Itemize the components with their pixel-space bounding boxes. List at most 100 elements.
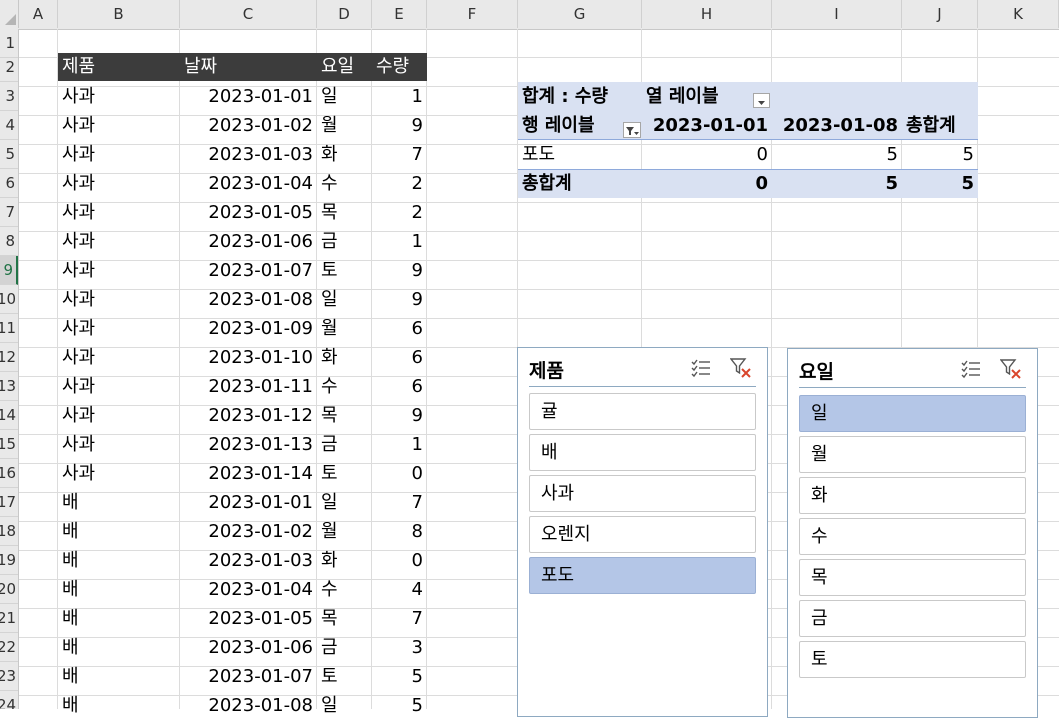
cell-date[interactable]: 2023-01-03 xyxy=(180,140,313,169)
cell-day[interactable]: 토 xyxy=(321,459,371,488)
cell-date[interactable]: 2023-01-03 xyxy=(180,546,313,575)
cell-product[interactable]: 사과 xyxy=(62,314,177,343)
product-slicer[interactable]: 제품 귤 배 사과 오렌지 포도 xyxy=(517,347,768,717)
cell-product[interactable]: 사과 xyxy=(62,227,177,256)
row-header[interactable]: 12 xyxy=(0,343,18,372)
cell-day[interactable]: 화 xyxy=(321,343,371,372)
pivot-row-labels[interactable]: 행 레이블 xyxy=(522,111,595,140)
pivot-grand-total-cell[interactable]: 5 xyxy=(902,169,974,198)
pivot-cell[interactable]: 5 xyxy=(902,140,974,169)
pivot-grand-total-header[interactable]: 총합계 xyxy=(906,111,956,140)
cell-day[interactable]: 목 xyxy=(321,198,371,227)
cell-day[interactable]: 금 xyxy=(321,633,371,662)
cell-product[interactable]: 사과 xyxy=(62,343,177,372)
cell-day[interactable]: 일 xyxy=(321,285,371,314)
row-header[interactable]: 19 xyxy=(0,546,18,575)
slicer-item[interactable]: 오렌지 xyxy=(529,516,756,553)
cell-date[interactable]: 2023-01-06 xyxy=(180,227,313,256)
cell-date[interactable]: 2023-01-07 xyxy=(180,256,313,285)
cell-day[interactable]: 토 xyxy=(321,662,371,691)
slicer-item[interactable]: 귤 xyxy=(529,393,756,430)
cell-qty[interactable]: 2 xyxy=(372,169,423,198)
row-header[interactable]: 11 xyxy=(0,314,18,343)
cell-product[interactable]: 배 xyxy=(62,517,177,546)
cell-product[interactable]: 배 xyxy=(62,633,177,662)
cell-day[interactable]: 목 xyxy=(321,604,371,633)
cell-qty[interactable]: 9 xyxy=(372,285,423,314)
row-header[interactable]: 18 xyxy=(0,517,18,546)
cell-date[interactable]: 2023-01-13 xyxy=(180,430,313,459)
cell-qty[interactable]: 8 xyxy=(372,517,423,546)
cell-qty[interactable]: 9 xyxy=(372,111,423,140)
column-header-b[interactable]: B xyxy=(58,0,180,28)
cell-date[interactable]: 2023-01-04 xyxy=(180,575,313,604)
cell-product[interactable]: 사과 xyxy=(62,401,177,430)
cell-day[interactable]: 수 xyxy=(321,169,371,198)
pivot-cell[interactable]: 0 xyxy=(642,140,768,169)
row-header-selected[interactable]: 9 xyxy=(0,256,18,285)
cell-qty[interactable]: 6 xyxy=(372,314,423,343)
column-header-d[interactable]: D xyxy=(317,0,372,28)
cell-qty[interactable]: 1 xyxy=(372,227,423,256)
column-header-e[interactable]: E xyxy=(372,0,427,28)
cell-qty[interactable]: 0 xyxy=(372,546,423,575)
cell-product[interactable]: 배 xyxy=(62,662,177,691)
cell-qty[interactable]: 6 xyxy=(372,343,423,372)
column-header-a[interactable]: A xyxy=(19,0,58,28)
cell-day[interactable]: 화 xyxy=(321,140,371,169)
cell-qty[interactable]: 9 xyxy=(372,256,423,285)
cell-qty[interactable]: 2 xyxy=(372,198,423,227)
cell-day[interactable]: 월 xyxy=(321,314,371,343)
cell-qty[interactable]: 5 xyxy=(372,662,423,691)
pivot-col1-header[interactable]: 2023-01-01 xyxy=(642,111,768,140)
header-qty[interactable]: 수량 xyxy=(376,53,409,81)
cell-qty[interactable]: 3 xyxy=(372,633,423,662)
slicer-item[interactable]: 토 xyxy=(799,641,1026,678)
cell-product[interactable]: 사과 xyxy=(62,285,177,314)
cell-qty[interactable]: 7 xyxy=(372,140,423,169)
clear-filter-icon[interactable] xyxy=(999,358,1022,380)
cell-product[interactable]: 사과 xyxy=(62,111,177,140)
cell-product[interactable]: 배 xyxy=(62,691,177,720)
cell-date[interactable]: 2023-01-14 xyxy=(180,459,313,488)
cell-day[interactable]: 토 xyxy=(321,256,371,285)
row-header[interactable]: 21 xyxy=(0,604,18,633)
cell-date[interactable]: 2023-01-08 xyxy=(180,691,313,720)
row-header[interactable]: 15 xyxy=(0,430,18,459)
column-header-h[interactable]: H xyxy=(642,0,772,28)
cell-date[interactable]: 2023-01-05 xyxy=(180,198,313,227)
column-header-k[interactable]: K xyxy=(978,0,1059,28)
slicer-item[interactable]: 배 xyxy=(529,434,756,471)
slicer-item[interactable]: 화 xyxy=(799,477,1026,514)
cell-date[interactable]: 2023-01-07 xyxy=(180,662,313,691)
cell-qty[interactable]: 4 xyxy=(372,575,423,604)
cell-product[interactable]: 배 xyxy=(62,604,177,633)
row-header[interactable]: 23 xyxy=(0,662,18,691)
cell-day[interactable]: 일 xyxy=(321,691,371,720)
pivot-total-cell[interactable]: 5 xyxy=(772,169,898,198)
pivot-row-label[interactable]: 포도 xyxy=(522,140,555,169)
cell-date[interactable]: 2023-01-02 xyxy=(180,517,313,546)
cell-day[interactable]: 일 xyxy=(321,82,371,111)
cell-date[interactable]: 2023-01-02 xyxy=(180,111,313,140)
row-header[interactable]: 6 xyxy=(0,169,18,198)
column-header-c[interactable]: C xyxy=(180,0,317,28)
cell-date[interactable]: 2023-01-06 xyxy=(180,633,313,662)
cell-date[interactable]: 2023-01-11 xyxy=(180,372,313,401)
multi-select-icon[interactable] xyxy=(690,357,712,379)
day-slicer[interactable]: 요일 일월화수목금토 xyxy=(787,348,1038,718)
multi-select-icon[interactable] xyxy=(960,358,982,380)
cell-qty[interactable]: 9 xyxy=(372,401,423,430)
slicer-item[interactable]: 수 xyxy=(799,518,1026,555)
pivot-sum-label[interactable]: 합계 : 수량 xyxy=(522,82,608,111)
row-header[interactable]: 20 xyxy=(0,575,18,604)
cell-qty[interactable]: 6 xyxy=(372,372,423,401)
cell-day[interactable]: 화 xyxy=(321,546,371,575)
cell-product[interactable]: 배 xyxy=(62,488,177,517)
header-day[interactable]: 요일 xyxy=(321,53,354,81)
cell-qty[interactable]: 7 xyxy=(372,604,423,633)
pivot-col-labels[interactable]: 열 레이블 xyxy=(646,82,719,111)
pivot-cell[interactable]: 5 xyxy=(772,140,898,169)
slicer-item[interactable]: 목 xyxy=(799,559,1026,596)
cell-product[interactable]: 사과 xyxy=(62,198,177,227)
